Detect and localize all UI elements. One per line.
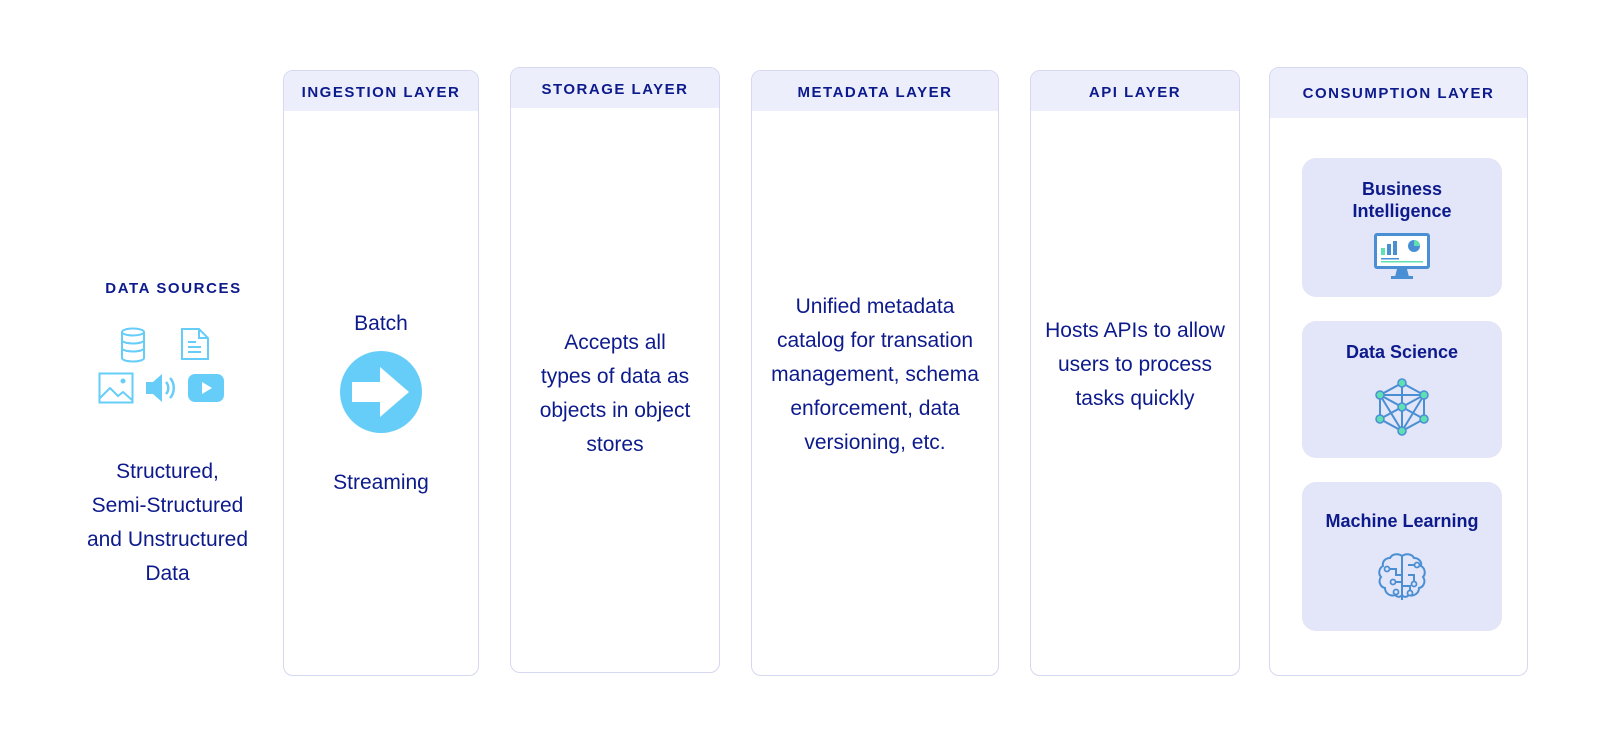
card-business-intelligence: Business Intelligence [1302,158,1502,297]
network-graph-icon [1375,378,1429,436]
card-data-science: Data Science [1302,321,1502,458]
data-sources: DATA SOURCES Structured, Semi-Structured… [60,280,275,591]
metadata-layer-description: Unified metadata catalog for transation … [771,295,979,454]
card-machine-learning: Machine Learning [1302,482,1502,631]
audio-icon [146,374,175,402]
api-layer: API LAYER Hosts APIs to allow users to p… [1030,70,1240,676]
storage-layer-description: Accepts all types of data as objects in … [539,331,691,456]
image-icon [98,372,134,404]
consumption-layer-title: CONSUMPTION LAYER [1270,68,1527,118]
document-icon [181,328,209,360]
api-layer-description: Hosts APIs to allow users to process tas… [1045,319,1225,410]
database-icon [121,327,145,363]
brain-circuit-icon [1378,553,1426,600]
metadata-layer-title: METADATA LAYER [752,71,998,111]
consumption-layer: CONSUMPTION LAYER Business Intelligence … [1269,67,1528,676]
streaming-label: Streaming [333,471,429,494]
storage-layer-title: STORAGE LAYER [511,68,719,108]
data-sources-title: DATA SOURCES [105,280,242,297]
arrow-right-icon [340,351,422,433]
batch-label: Batch [354,312,408,335]
metadata-layer: METADATA LAYER Unified metadata catalog … [751,70,999,676]
data-sources-description: Structured, Semi-Structured and Unstruct… [86,460,249,585]
dashboard-monitor-icon [1374,233,1430,279]
data-sources-icons [60,327,275,437]
api-layer-title: API LAYER [1031,71,1239,111]
ingestion-layer-title: INGESTION LAYER [284,71,478,111]
storage-layer: STORAGE LAYER Accepts all types of data … [510,67,720,673]
video-icon [188,374,224,402]
ingestion-layer: INGESTION LAYER Batch Streaming [283,70,479,676]
